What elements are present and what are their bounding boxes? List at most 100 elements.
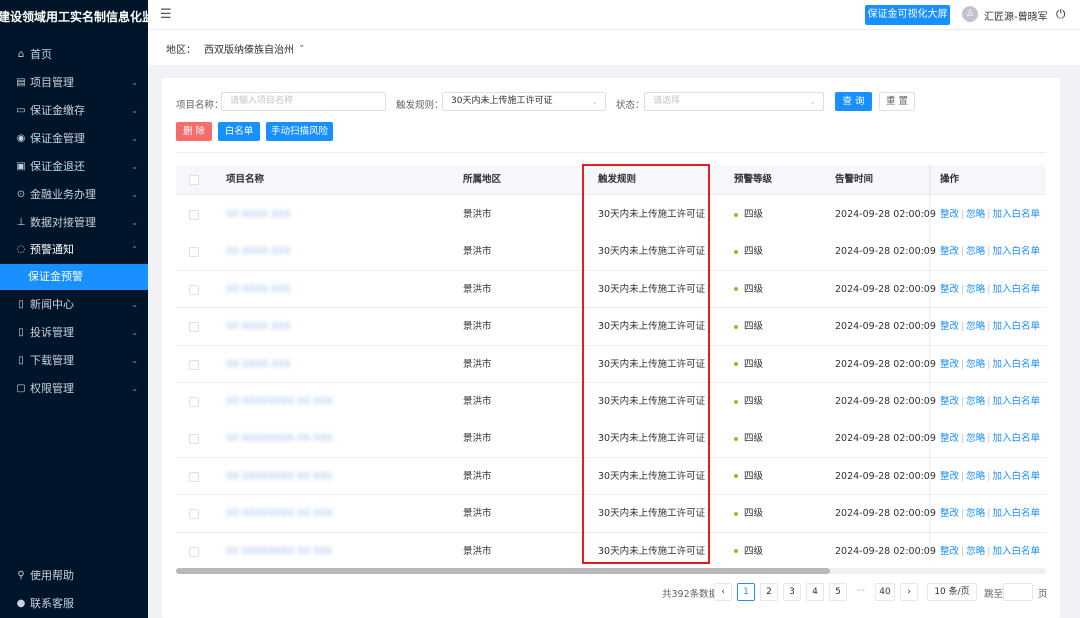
power-icon[interactable]: ⏻ <box>1056 7 1066 22</box>
sidebar-item-2[interactable]: ▭ 保证金缴存 ⌄ <box>0 98 148 124</box>
add-whitelist-link[interactable]: 加入白名单 <box>992 284 1040 295</box>
sidebar-item-12[interactable]: ▢ 权限管理 ⌄ <box>0 376 148 402</box>
ignore-link[interactable]: 忽略 <box>966 284 985 295</box>
row-checkbox[interactable] <box>189 322 199 333</box>
project-name-input[interactable]: 请输入项目名称 <box>221 92 386 111</box>
delete-button[interactable]: 删 除 <box>176 122 212 141</box>
cell-project-name[interactable]: XX XXXXXXXX XX XXX <box>226 495 333 532</box>
page-2[interactable]: 2 <box>760 583 778 601</box>
rectify-link[interactable]: 整改 <box>940 209 959 220</box>
rectify-link[interactable]: 整改 <box>940 284 959 295</box>
ignore-link[interactable]: 忽略 <box>966 471 985 482</box>
menu-toggle-icon[interactable]: ☰ <box>160 7 172 22</box>
ignore-link[interactable]: 忽略 <box>966 546 985 557</box>
ignore-link[interactable]: 忽略 <box>966 209 985 220</box>
ignore-link[interactable]: 忽略 <box>966 246 985 257</box>
avatar[interactable]: ♙ <box>962 6 978 22</box>
separator: | <box>987 246 991 258</box>
user-name[interactable]: 汇匠源-曾晓军 <box>984 8 1048 23</box>
reset-button[interactable]: 重 置 <box>879 92 915 111</box>
add-whitelist-link[interactable]: 加入白名单 <box>992 321 1040 332</box>
ignore-link[interactable]: 忽略 <box>966 396 985 407</box>
cell-region-text: 景洪市 <box>463 508 492 520</box>
next-page-button[interactable]: › <box>900 583 918 601</box>
level-dot-icon <box>734 399 738 404</box>
row-checkbox[interactable] <box>189 247 199 258</box>
rectify-link[interactable]: 整改 <box>940 508 959 519</box>
page-ellipsis[interactable]: ··· <box>852 583 870 601</box>
status-select[interactable]: 请选择 ⌄ <box>644 92 824 111</box>
row-checkbox[interactable] <box>189 359 199 370</box>
rectify-link[interactable]: 整改 <box>940 396 959 407</box>
sidebar-item-5[interactable]: ⊙ 金融业务办理 ⌄ <box>0 182 148 208</box>
sidebar-bottom-item-0[interactable]: ⚲ 使用帮助 <box>0 563 148 589</box>
sidebar-item-0[interactable]: ⌂ 首页 <box>0 42 148 68</box>
add-whitelist-link[interactable]: 加入白名单 <box>992 396 1040 407</box>
rectify-link[interactable]: 整改 <box>940 321 959 332</box>
page-last[interactable]: 40 <box>875 583 895 601</box>
page-3[interactable]: 3 <box>783 583 801 601</box>
sidebar-item-10[interactable]: ▯ 投诉管理 ⌄ <box>0 320 148 346</box>
prev-page-button[interactable]: ‹ <box>714 583 732 601</box>
cell-project-name[interactable]: XX XXXXXXXX XX XXX <box>226 420 333 457</box>
rectify-link[interactable]: 整改 <box>940 359 959 370</box>
page-size-select[interactable]: 10 条/页 <box>927 583 977 601</box>
sidebar-item-9[interactable]: ▯ 新闻中心 ⌄ <box>0 292 148 318</box>
page-1[interactable]: 1 <box>737 583 755 601</box>
sidebar-item-label: 下载管理 <box>30 354 74 367</box>
rectify-link[interactable]: 整改 <box>940 471 959 482</box>
jump-input[interactable] <box>1003 583 1033 601</box>
trigger-rule-select[interactable]: 30天内未上传施工许可证 ⌄ <box>442 92 606 111</box>
row-checkbox[interactable] <box>189 509 199 520</box>
sidebar-bottom-item-1[interactable]: ● 联系客服 <box>0 591 148 617</box>
ignore-link[interactable]: 忽略 <box>966 359 985 370</box>
sidebar-item-8[interactable]: 保证金预警 <box>0 264 148 290</box>
search-button[interactable]: 查 询 <box>835 92 872 111</box>
sidebar-item-6[interactable]: ⊥ 数据对接管理 ⌄ <box>0 210 148 236</box>
cell-project-name[interactable]: XX XXXX XXX <box>226 271 291 308</box>
ignore-link[interactable]: 忽略 <box>966 508 985 519</box>
add-whitelist-link[interactable]: 加入白名单 <box>992 359 1040 370</box>
horizontal-scrollbar[interactable] <box>176 568 1046 574</box>
page-4[interactable]: 4 <box>806 583 824 601</box>
sidebar-item-4[interactable]: ▣ 保证金退还 ⌄ <box>0 154 148 180</box>
cell-project-name[interactable]: XX XXXX XXX <box>226 308 291 345</box>
add-whitelist-link[interactable]: 加入白名单 <box>992 433 1040 444</box>
add-whitelist-link[interactable]: 加入白名单 <box>992 471 1040 482</box>
ignore-link[interactable]: 忽略 <box>966 321 985 332</box>
row-checkbox[interactable] <box>189 210 199 220</box>
cell-project-name[interactable]: XX XXXXXXXX XX XXX <box>226 383 333 420</box>
cell-project-name[interactable]: XX XXXX XXX <box>226 233 291 270</box>
region-select[interactable]: 西双版纳傣族自治州 <box>204 41 294 56</box>
row-checkbox[interactable] <box>189 471 199 482</box>
rectify-link[interactable]: 整改 <box>940 546 959 557</box>
sidebar-item-1[interactable]: ▤ 项目管理 ⌄ <box>0 70 148 96</box>
cell-project-name[interactable]: XX XXXXXXXX XX XXX <box>226 533 333 570</box>
sidebar-item-11[interactable]: ▯ 下载管理 ⌄ <box>0 348 148 374</box>
ignore-link[interactable]: 忽略 <box>966 433 985 444</box>
manual-scan-button[interactable]: 手动扫描风险 <box>266 122 333 141</box>
page-5[interactable]: 5 <box>829 583 847 601</box>
add-whitelist-link[interactable]: 加入白名单 <box>992 508 1040 519</box>
sidebar-item-3[interactable]: ◉ 保证金管理 ⌄ <box>0 126 148 152</box>
whitelist-button[interactable]: 白名单 <box>218 122 260 141</box>
visualization-screen-button[interactable]: 保证金可视化大屏 <box>865 5 950 25</box>
select-all-checkbox[interactable] <box>189 175 199 185</box>
cell-project-name[interactable]: XX XXXX XXX <box>226 346 291 383</box>
cell-project-name[interactable]: XX XXXXXXXX XX XXX <box>226 458 333 495</box>
sidebar-item-7[interactable]: ◌ 预警通知 ⌃ <box>0 237 148 263</box>
cell-region: 景洪市 <box>463 271 492 308</box>
row-checkbox[interactable] <box>189 397 199 407</box>
row-checkbox[interactable] <box>189 434 199 445</box>
cell-project-name[interactable]: XX XXXX XXX <box>226 196 291 233</box>
rectify-link[interactable]: 整改 <box>940 433 959 444</box>
add-whitelist-link[interactable]: 加入白名单 <box>992 209 1040 220</box>
row-checkbox[interactable] <box>189 546 199 557</box>
add-whitelist-link[interactable]: 加入白名单 <box>992 546 1040 557</box>
rectify-link[interactable]: 整改 <box>940 246 959 257</box>
cell-warning-level: 四级 <box>734 346 763 383</box>
row-checkbox[interactable] <box>189 284 199 295</box>
add-whitelist-link[interactable]: 加入白名单 <box>992 246 1040 257</box>
scrollbar-thumb[interactable] <box>176 568 830 574</box>
chevron-down-icon[interactable]: ⌄ <box>298 40 306 50</box>
